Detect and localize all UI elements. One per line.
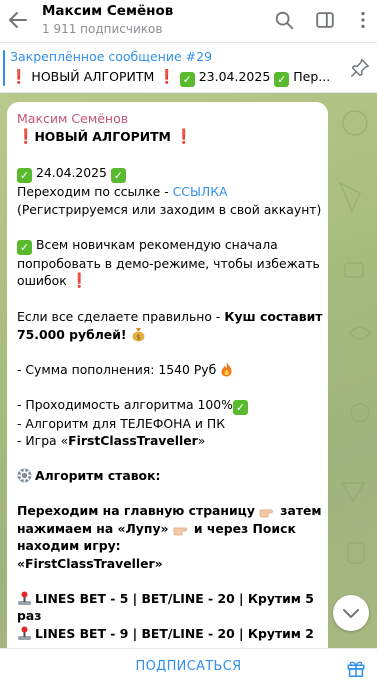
step-line-3: находим игру: — [17, 538, 121, 553]
subscribe-button[interactable]: ПОДПИСАТЬСЯ — [0, 649, 377, 686]
check-icon: ✓ — [17, 168, 32, 183]
jackpot-text-1: Куш составит — [224, 309, 323, 324]
if-right-prefix: Если все сделаете правильно - — [17, 309, 225, 324]
pinned-message-bar[interactable]: Закреплённое сообщение #29 ❗ НОВЫЙ АЛГОР… — [0, 43, 377, 93]
game-suffix: » — [197, 433, 206, 448]
subscriber-count: 1 911 подписчиков — [42, 22, 163, 36]
back-arrow-icon[interactable] — [6, 8, 30, 32]
step-2-text: нажимаем на «Лупу» — [17, 520, 169, 536]
newbies-line-3: ошибок ❗ — [17, 272, 318, 291]
deposit-line: - Сумма пополнения: 1540 Руб — [17, 361, 318, 379]
newbies-text-3: ошибок — [17, 273, 67, 288]
jackpot-text-2: 75.000 рублей! — [17, 326, 127, 342]
registration-link[interactable]: ССЫЛКА — [173, 184, 228, 199]
passability-text: - Проходимость алгоритма 100% — [17, 396, 233, 412]
newbies-text-1: Всем новичкам рекомендую сначала — [36, 236, 278, 252]
pointing-hand-icon — [259, 509, 274, 518]
bottom-bar: ПОДПИСАТЬСЯ — [0, 648, 377, 685]
step-line-2: нажимаем на «Лупу» и через Поиск — [17, 520, 318, 538]
search-icon[interactable] — [273, 9, 295, 31]
passability-line: - Проходимость алгоритма 100% ✓ — [17, 396, 318, 415]
platform-line: - Алгоритм для ТЕЛЕФОНА и ПК — [17, 415, 225, 431]
algo-heading: Алгоритм ставок: — [35, 468, 161, 483]
fire-icon — [221, 361, 232, 376]
post-heading-text: НОВЫЙ АЛГОРИТМ — [34, 129, 171, 144]
game-prefix: - Игра « — [17, 433, 69, 448]
check-icon: ✓ — [179, 72, 195, 87]
newbies-line-2: попробовать в демо-режиме, чтобы избежат… — [17, 255, 320, 271]
jackpot-line-2: 75.000 рублей! $ — [17, 326, 318, 344]
exclamation-icon: ❗ — [10, 69, 28, 85]
register-note: (Регистрируемся или заходим в свой аккау… — [17, 201, 322, 217]
step-2b-text: и через Поиск — [193, 520, 296, 536]
bet-2a-text: LINES BET - 9 | BET/LINE - 20 | Крутим 2 — [35, 625, 314, 641]
post-date-line: ✓ 24.04.2025 ✓ — [17, 164, 318, 183]
chat-header: Максим Семёнов 1 911 подписчиков — [0, 0, 377, 43]
jackpot-line-1: Если все сделаете правильно - Куш состав… — [17, 308, 322, 326]
pinned-preview-c: Пер... — [293, 69, 330, 84]
check-icon: ✓ — [110, 168, 126, 183]
exclamation-icon: ❗ — [158, 69, 176, 85]
money-bag-icon: $ — [132, 327, 144, 341]
pinned-title: Закреплённое сообщение #29 — [10, 49, 213, 64]
more-vertical-icon[interactable] — [352, 9, 374, 31]
exclamation-icon: ❗ — [175, 129, 193, 145]
step-1-text: Переходим на главную страницу — [17, 503, 255, 518]
bet-line-1b: раз — [17, 608, 42, 623]
algo-heading-line: Алгоритм ставок: — [17, 467, 318, 485]
check-icon: ✓ — [274, 72, 290, 87]
post-heading: ❗НОВЫЙ АЛГОРИТМ ❗ — [17, 128, 318, 147]
exclamation-icon: ❗ — [17, 129, 35, 145]
deposit-text: - Сумма пополнения: 1540 Руб — [17, 361, 217, 377]
bet-1a-text: LINES BET - 5 | BET/LINE - 20 | Крутим 5 — [35, 590, 314, 606]
gear-icon — [17, 468, 32, 483]
pinned-preview-b: 23.04.2025 — [198, 69, 271, 84]
step-1b-text: затем — [280, 503, 322, 518]
bet-line-2: LINES BET - 9 | BET/LINE - 20 | Крутим 2 — [17, 625, 318, 643]
game-name: FirstClassTraveller — [68, 433, 198, 448]
joystick-icon — [18, 591, 31, 605]
check-icon: ✓ — [232, 399, 248, 415]
sidebar-toggle-icon[interactable] — [314, 9, 336, 31]
post-date: 24.04.2025 — [36, 165, 107, 180]
pinned-indicator — [3, 50, 5, 86]
pointing-hand-icon — [173, 527, 187, 535]
go-link-prefix: Переходим по ссылке - — [17, 184, 173, 199]
step-line-4: «FirstClassTraveller» — [17, 555, 163, 571]
channel-info[interactable]: Максим Семёнов 1 911 подписчиков — [42, 1, 173, 38]
chevron-down-icon — [343, 609, 359, 618]
step-line-1: Переходим на главную страницу затем — [17, 502, 322, 520]
joystick-icon — [18, 626, 31, 640]
go-link-line: Переходим по ссылке - ССЫЛКА — [17, 183, 318, 201]
gift-icon[interactable] — [345, 657, 367, 679]
scroll-down-button[interactable] — [333, 595, 369, 631]
pinned-preview-a: НОВЫЙ АЛГОРИТМ — [31, 69, 155, 84]
bet-line-1: LINES BET - 5 | BET/LINE - 20 | Крутим 5 — [17, 590, 318, 608]
post-author[interactable]: Максим Семёнов — [17, 110, 318, 128]
check-icon: ✓ — [17, 239, 32, 255]
chat-background[interactable]: Максим Семёнов ❗НОВЫЙ АЛГОРИТМ ❗ ✓ 24.04.… — [0, 93, 377, 648]
unpin-icon[interactable] — [349, 57, 371, 79]
svg-text:$: $ — [136, 333, 140, 341]
channel-title: Максим Семёнов — [42, 3, 174, 19]
channel-post: Максим Семёнов ❗НОВЫЙ АЛГОРИТМ ❗ ✓ 24.04.… — [7, 102, 328, 648]
pinned-preview: ❗ НОВЫЙ АЛГОРИТМ ❗ ✓ 23.04.2025 ✓ Пер... — [10, 69, 330, 87]
exclamation-icon: ❗ — [70, 273, 89, 289]
newbies-line-1: ✓ Всем новичкам рекомендую сначала — [17, 236, 318, 255]
game-line: - Игра «FirstClassTraveller» — [17, 432, 318, 450]
